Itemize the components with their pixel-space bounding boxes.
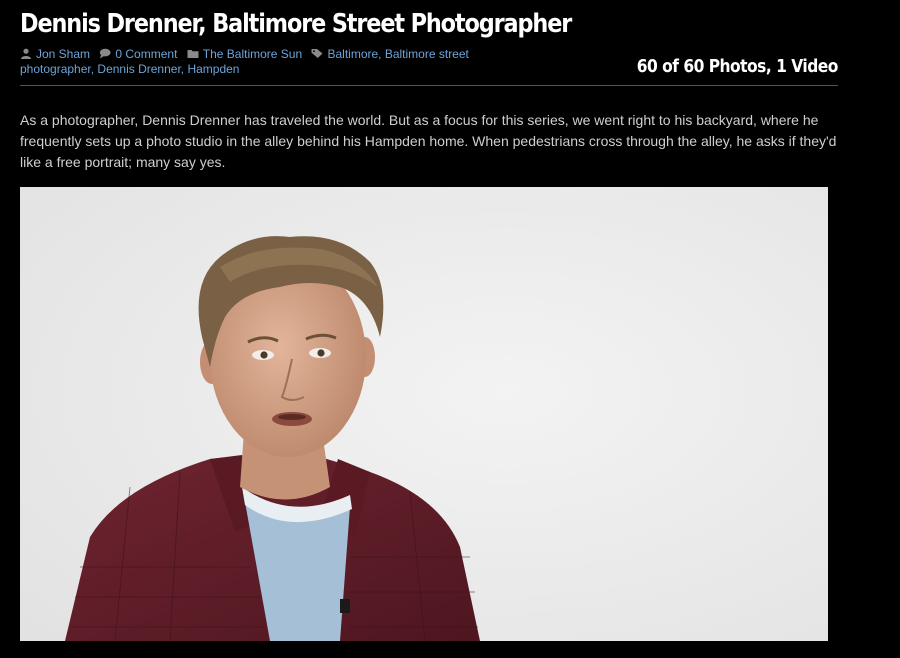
author-meta: Jon Sham — [20, 47, 93, 61]
post-title[interactable]: Dennis Drenner, Baltimore Street Photogr… — [20, 4, 572, 44]
category-link[interactable]: The Baltimore Sun — [203, 47, 302, 61]
media-count: 60 of 60 Photos, 1 Video — [636, 56, 839, 77]
post-description: As a photographer, Dennis Drenner has tr… — [20, 112, 837, 170]
header-divider — [20, 85, 838, 86]
tag-icon — [311, 49, 323, 58]
comment-bubble-icon — [100, 48, 111, 59]
comments-meta: 0 Comment — [99, 47, 180, 61]
folder-icon — [187, 50, 199, 58]
comments-link[interactable]: 0 Comment — [115, 47, 177, 61]
gallery-photo[interactable] — [20, 187, 828, 641]
user-icon — [21, 48, 31, 59]
portrait-illustration — [20, 187, 828, 641]
category-meta: The Baltimore Sun — [187, 47, 306, 61]
post-meta: Jon Sham 0 Comment The Baltimore Sun Bal… — [20, 47, 490, 77]
author-link[interactable]: Jon Sham — [36, 47, 90, 61]
post-page: Dennis Drenner, Baltimore Street Photogr… — [0, 0, 900, 658]
